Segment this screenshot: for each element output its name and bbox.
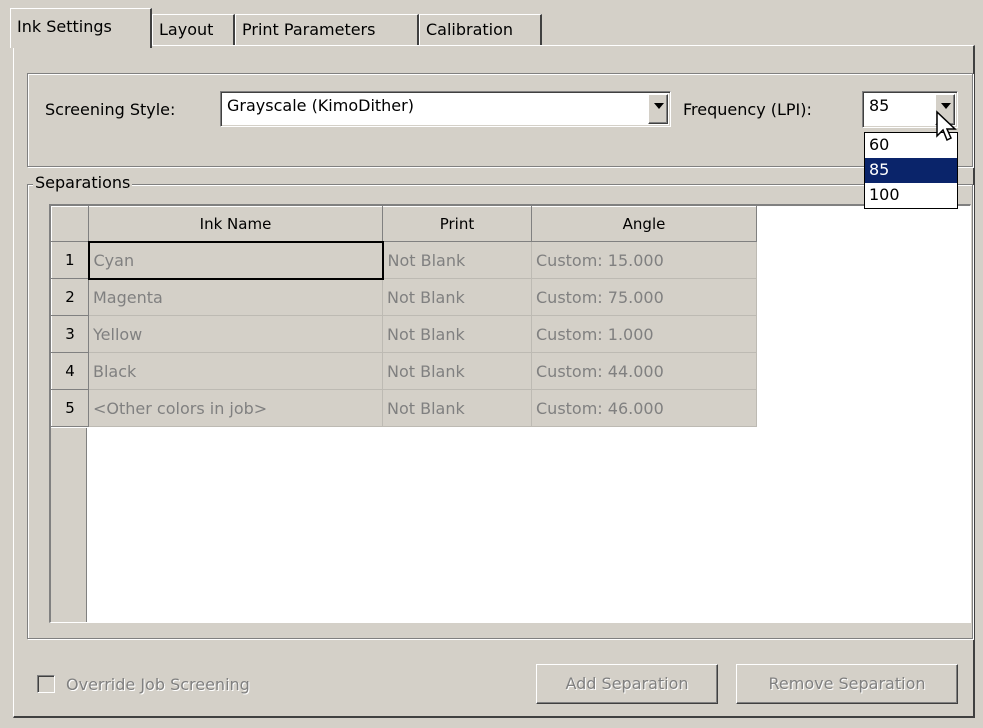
print-cell[interactable]: Not Blank [382,278,532,316]
tab-label: Calibration [426,20,514,39]
remove-separation-button[interactable]: Remove Separation [736,664,958,704]
table-row[interactable]: 4 Black Not Blank Custom: 44.000 [51,352,757,390]
ink-name-cell[interactable]: Magenta [88,278,383,316]
frequency-label: Frequency (LPI): [683,100,812,119]
tab-label: Ink Settings [17,17,112,36]
column-header-print[interactable]: Print [382,206,532,242]
angle-cell[interactable]: Custom: 46.000 [531,389,757,427]
tab-print-parameters[interactable]: Print Parameters [235,14,419,46]
print-cell[interactable]: Not Blank [382,315,532,353]
angle-cell[interactable]: Custom: 44.000 [531,352,757,390]
frequency-value: 85 [869,96,890,115]
tab-label: Layout [159,20,214,39]
override-job-screening-label: Override Job Screening [66,675,250,694]
row-number: 2 [51,278,89,316]
table-row[interactable]: 2 Magenta Not Blank Custom: 75.000 [51,278,757,316]
row-number: 5 [51,389,89,427]
column-header-angle[interactable]: Angle [531,206,757,242]
ink-name-cell[interactable]: Cyan [87,240,384,280]
print-cell[interactable]: Not Blank [382,241,532,279]
row-number: 1 [51,241,89,279]
ink-name-cell[interactable]: Black [88,352,383,390]
ink-name-cell[interactable]: <Other colors in job> [88,389,383,427]
row-header-strip [51,428,87,622]
add-separation-label: Add Separation [565,674,689,693]
tab-layout[interactable]: Layout [152,14,235,46]
corner-header [51,206,89,242]
add-separation-button[interactable]: Add Separation [536,664,718,704]
table-row[interactable]: 3 Yellow Not Blank Custom: 1.000 [51,315,757,353]
remove-separation-label: Remove Separation [768,674,926,693]
angle-cell[interactable]: Custom: 75.000 [531,278,757,316]
print-cell[interactable]: Not Blank [382,389,532,427]
arrow-cursor-icon [936,110,957,142]
tab-calibration[interactable]: Calibration [419,14,542,46]
screening-style-value: Grayscale (KimoDither) [227,96,414,115]
screening-style-select[interactable]: Grayscale (KimoDither) [220,91,671,127]
row-number: 4 [51,352,89,390]
separations-group-label: Separations [33,173,133,192]
override-job-screening-checkbox[interactable] [37,675,55,693]
column-header-ink-name[interactable]: Ink Name [88,206,383,242]
frequency-option[interactable]: 100 [865,183,957,208]
frequency-option-selected[interactable]: 85 [865,158,957,183]
separations-grid[interactable]: Ink Name Print Angle 1 Cyan Not Blank Cu… [49,204,971,623]
tab-label: Print Parameters [242,20,376,39]
triangle-down-icon [654,103,664,109]
screening-style-label: Screening Style: [45,100,176,119]
angle-cell[interactable]: Custom: 15.000 [531,241,757,279]
screening-style-dropdown-button[interactable] [648,94,668,124]
angle-cell[interactable]: Custom: 1.000 [531,315,757,353]
table-row[interactable]: 1 Cyan Not Blank Custom: 15.000 [51,240,757,280]
print-cell[interactable]: Not Blank [382,352,532,390]
row-number: 3 [51,315,89,353]
tab-ink-settings[interactable]: Ink Settings [10,8,152,48]
ink-name-cell[interactable]: Yellow [88,315,383,353]
table-row[interactable]: 5 <Other colors in job> Not Blank Custom… [51,389,757,427]
triangle-down-icon [941,103,951,109]
